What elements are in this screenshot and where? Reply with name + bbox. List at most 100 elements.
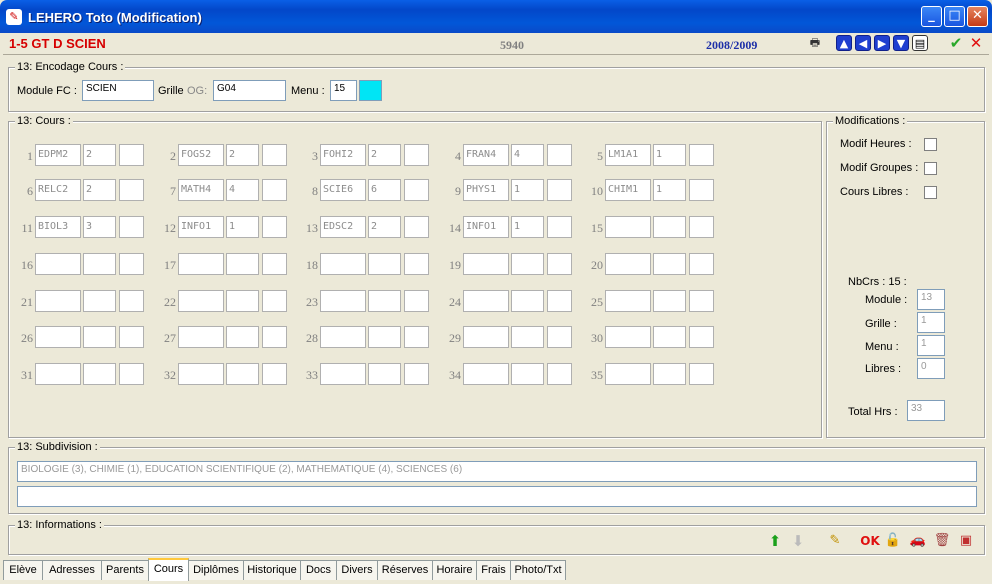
course-hours-field[interactable] xyxy=(368,363,401,385)
course-hours-field[interactable] xyxy=(511,290,544,312)
course-group-field[interactable] xyxy=(262,144,287,166)
course-group-field[interactable] xyxy=(262,216,287,238)
course-code-field[interactable] xyxy=(178,290,224,312)
course-hours-field[interactable]: 4 xyxy=(226,179,259,201)
course-group-field[interactable] xyxy=(119,363,144,385)
course-hours-field[interactable] xyxy=(83,363,116,385)
course-group-field[interactable] xyxy=(262,326,287,348)
course-group-field[interactable] xyxy=(689,290,714,312)
course-code-field[interactable] xyxy=(35,363,81,385)
course-group-field[interactable] xyxy=(689,216,714,238)
course-hours-field[interactable] xyxy=(83,253,116,275)
tab-0[interactable]: Elève xyxy=(3,560,43,580)
tab-6[interactable]: Docs xyxy=(300,560,337,580)
close-button[interactable]: ✕ xyxy=(967,6,988,27)
eraser-icon[interactable]: ✎ xyxy=(826,532,844,550)
course-code-field[interactable]: SCIE6 xyxy=(320,179,366,201)
course-hours-field[interactable]: 3 xyxy=(83,216,116,238)
module-fc-input[interactable]: SCIEN xyxy=(82,80,154,101)
course-hours-field[interactable] xyxy=(83,326,116,348)
tab-8[interactable]: Réserves xyxy=(377,560,433,580)
course-group-field[interactable] xyxy=(119,179,144,201)
course-hours-field[interactable] xyxy=(653,290,686,312)
course-code-field[interactable]: FOGS2 xyxy=(178,144,224,166)
course-hours-field[interactable]: 1 xyxy=(226,216,259,238)
course-group-field[interactable] xyxy=(119,144,144,166)
course-hours-field[interactable] xyxy=(226,326,259,348)
course-group-field[interactable] xyxy=(262,363,287,385)
car-icon[interactable]: 🚗 xyxy=(909,532,927,550)
course-hours-field[interactable] xyxy=(368,253,401,275)
lock-icon[interactable]: 🔓 xyxy=(884,532,902,550)
course-group-field[interactable] xyxy=(547,326,572,348)
maximize-button[interactable]: □ xyxy=(944,6,965,27)
printer-icon[interactable]: 🖶 xyxy=(807,35,823,51)
course-code-field[interactable] xyxy=(605,216,651,238)
course-code-field[interactable] xyxy=(178,363,224,385)
course-group-field[interactable] xyxy=(547,144,572,166)
course-code-field[interactable]: PHYS1 xyxy=(463,179,509,201)
course-code-field[interactable] xyxy=(463,290,509,312)
course-code-field[interactable]: FOHI2 xyxy=(320,144,366,166)
course-hours-field[interactable]: 6 xyxy=(368,179,401,201)
arrow-up-green-icon[interactable]: ⬆ xyxy=(766,532,784,550)
course-group-field[interactable] xyxy=(404,363,429,385)
course-code-field[interactable] xyxy=(35,290,81,312)
course-code-field[interactable] xyxy=(35,253,81,275)
course-group-field[interactable] xyxy=(119,290,144,312)
arrow-down-icon[interactable]: ▼ xyxy=(893,35,909,51)
course-group-field[interactable] xyxy=(547,290,572,312)
arrow-right-icon[interactable]: ▶ xyxy=(874,35,890,51)
course-code-field[interactable]: RELC2 xyxy=(35,179,81,201)
course-group-field[interactable] xyxy=(689,326,714,348)
minimize-button[interactable]: _ xyxy=(921,6,942,27)
document-icon[interactable]: ▤ xyxy=(912,35,928,51)
course-hours-field[interactable] xyxy=(653,253,686,275)
cours-libres-checkbox[interactable] xyxy=(924,186,937,199)
course-code-field[interactable] xyxy=(320,290,366,312)
course-hours-field[interactable]: 2 xyxy=(368,216,401,238)
course-hours-field[interactable] xyxy=(653,363,686,385)
course-hours-field[interactable]: 4 xyxy=(511,144,544,166)
tab-1[interactable]: Adresses xyxy=(42,560,102,580)
course-group-field[interactable] xyxy=(404,144,429,166)
course-group-field[interactable] xyxy=(689,363,714,385)
course-code-field[interactable]: LM1A1 xyxy=(605,144,651,166)
course-hours-field[interactable] xyxy=(368,326,401,348)
arrow-left-icon[interactable]: ◀ xyxy=(855,35,871,51)
course-group-field[interactable] xyxy=(689,179,714,201)
course-code-field[interactable]: EDPM2 xyxy=(35,144,81,166)
arrow-down-gray-icon[interactable]: ⬇ xyxy=(789,532,807,550)
ok-button[interactable]: OK xyxy=(859,532,881,550)
course-hours-field[interactable]: 1 xyxy=(511,216,544,238)
menu-input[interactable]: 15 xyxy=(330,80,357,101)
course-hours-field[interactable] xyxy=(511,253,544,275)
subdivision-text-2[interactable] xyxy=(17,486,977,507)
cancel-icon[interactable]: ✕ xyxy=(968,35,984,51)
course-code-field[interactable]: INFO1 xyxy=(178,216,224,238)
course-hours-field[interactable] xyxy=(226,363,259,385)
course-code-field[interactable]: FRAN4 xyxy=(463,144,509,166)
modif-heures-checkbox[interactable] xyxy=(924,138,937,151)
course-hours-field[interactable] xyxy=(653,326,686,348)
course-code-field[interactable] xyxy=(463,253,509,275)
course-hours-field[interactable] xyxy=(226,253,259,275)
tab-9[interactable]: Horaire xyxy=(432,560,477,580)
course-code-field[interactable] xyxy=(178,253,224,275)
menu-color-swatch[interactable] xyxy=(359,80,382,101)
modif-groupes-checkbox[interactable] xyxy=(924,162,937,175)
tab-3[interactable]: Cours xyxy=(148,558,189,581)
trash-icon[interactable]: 🗑 xyxy=(933,532,951,550)
course-group-field[interactable] xyxy=(404,216,429,238)
tab-11[interactable]: Photo/Txt xyxy=(510,560,566,580)
grille-input[interactable]: G04 xyxy=(213,80,286,101)
course-group-field[interactable] xyxy=(404,326,429,348)
course-code-field[interactable] xyxy=(178,326,224,348)
course-code-field[interactable] xyxy=(35,326,81,348)
course-hours-field[interactable] xyxy=(511,326,544,348)
course-group-field[interactable] xyxy=(404,179,429,201)
course-hours-field[interactable] xyxy=(511,363,544,385)
course-group-field[interactable] xyxy=(547,179,572,201)
course-code-field[interactable] xyxy=(463,326,509,348)
course-hours-field[interactable]: 1 xyxy=(511,179,544,201)
